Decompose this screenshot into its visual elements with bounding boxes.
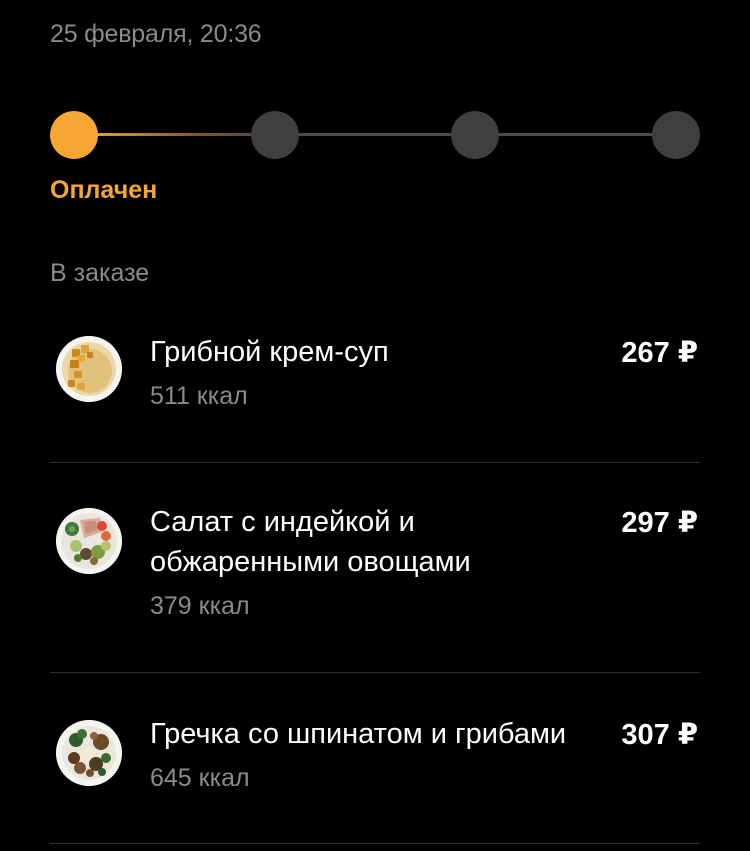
item-kcal: 379 ккал [150,592,250,620]
progress-step-4 [652,111,700,159]
item-price: 267 ₽ [621,337,698,369]
order-item[interactable]: Грибной крем-суп 511 ккал 267 ₽ [50,330,700,440]
order-item[interactable]: Гречка со шпинатом и грибами 645 ккал 30… [50,712,700,822]
item-name-line-1: Салат с индейкой и [150,506,415,538]
divider [50,843,700,844]
buckwheat-spinach-icon [56,720,122,786]
order-items-title: В заказе [50,259,150,287]
item-price: 297 ₽ [621,507,698,539]
progress-track-1 [90,133,260,136]
progress-step-1 [50,111,98,159]
order-status: Оплачен [50,176,158,204]
item-kcal: 645 ккал [150,764,250,792]
item-name: Гречка со шпинатом и грибами [150,718,567,750]
order-progress [50,110,700,160]
progress-track-3 [490,133,660,136]
divider [50,462,700,463]
item-name-line-2: обжаренными овощами [150,546,471,578]
divider [50,672,700,673]
item-price: 307 ₽ [621,719,698,751]
mushroom-cream-soup-icon [56,336,122,402]
turkey-salad-icon [56,508,122,574]
progress-step-3 [451,111,499,159]
item-kcal: 511 ккал [150,382,248,410]
progress-step-2 [251,111,299,159]
order-item[interactable]: Салат с индейкой и обжаренными овощами 3… [50,500,700,650]
progress-track-2 [290,133,460,136]
order-date: 25 февраля, 20:36 [50,20,262,48]
item-name: Грибной крем-суп [150,336,389,368]
